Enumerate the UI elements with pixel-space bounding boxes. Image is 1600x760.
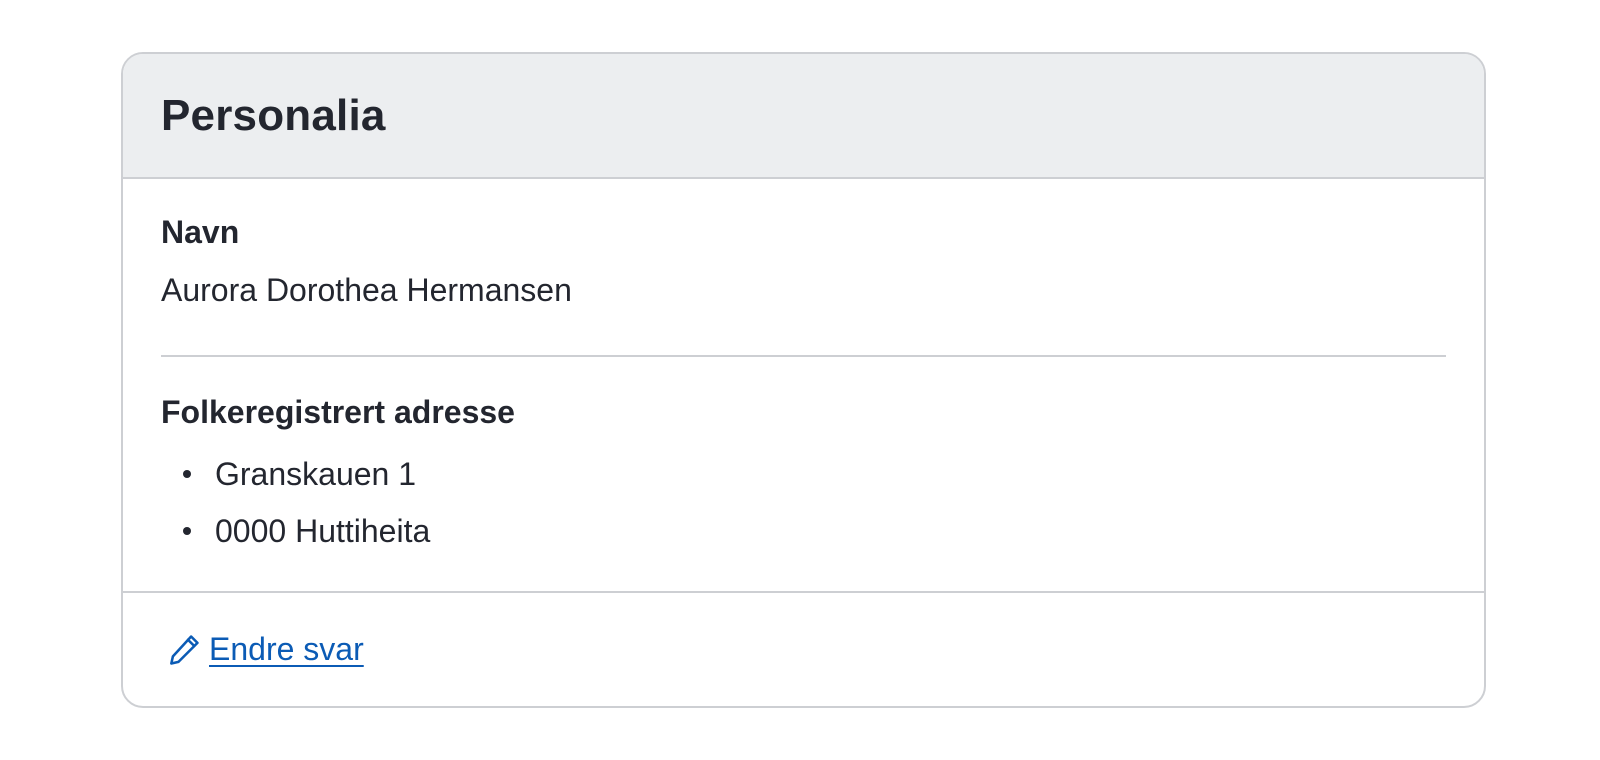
name-value: Aurora Dorothea Hermansen bbox=[161, 272, 572, 309]
edit-answer-label[interactable]: Endre svar bbox=[209, 631, 364, 668]
address-line-text: 0000 Huttiheita bbox=[215, 512, 431, 549]
pencil-icon bbox=[170, 634, 199, 665]
card-body: Navn Aurora Dorothea Hermansen Folkeregi… bbox=[123, 179, 1484, 593]
edit-answer-link[interactable]: Endre svar bbox=[165, 631, 364, 669]
card-header: Personalia bbox=[123, 54, 1484, 179]
address-label: Folkeregistrert adresse bbox=[161, 394, 515, 430]
address-list: Granskauen 1 0000 Huttiheita bbox=[161, 445, 1446, 559]
card-title: Personalia bbox=[161, 90, 386, 140]
address-field: Folkeregistrert adresse Granskauen 1 000… bbox=[161, 357, 1446, 559]
bullet-icon bbox=[183, 526, 191, 535]
personalia-card: Personalia Navn Aurora Dorothea Hermanse… bbox=[121, 52, 1486, 708]
name-field: Navn Aurora Dorothea Hermansen bbox=[161, 179, 1446, 357]
address-line-street: Granskauen 1 bbox=[161, 445, 1446, 502]
name-label: Navn bbox=[161, 214, 240, 250]
bullet-icon bbox=[183, 469, 191, 478]
card-footer: Endre svar bbox=[123, 593, 1484, 706]
address-line-postal: 0000 Huttiheita bbox=[161, 502, 1446, 559]
address-line-text: Granskauen 1 bbox=[215, 455, 417, 492]
